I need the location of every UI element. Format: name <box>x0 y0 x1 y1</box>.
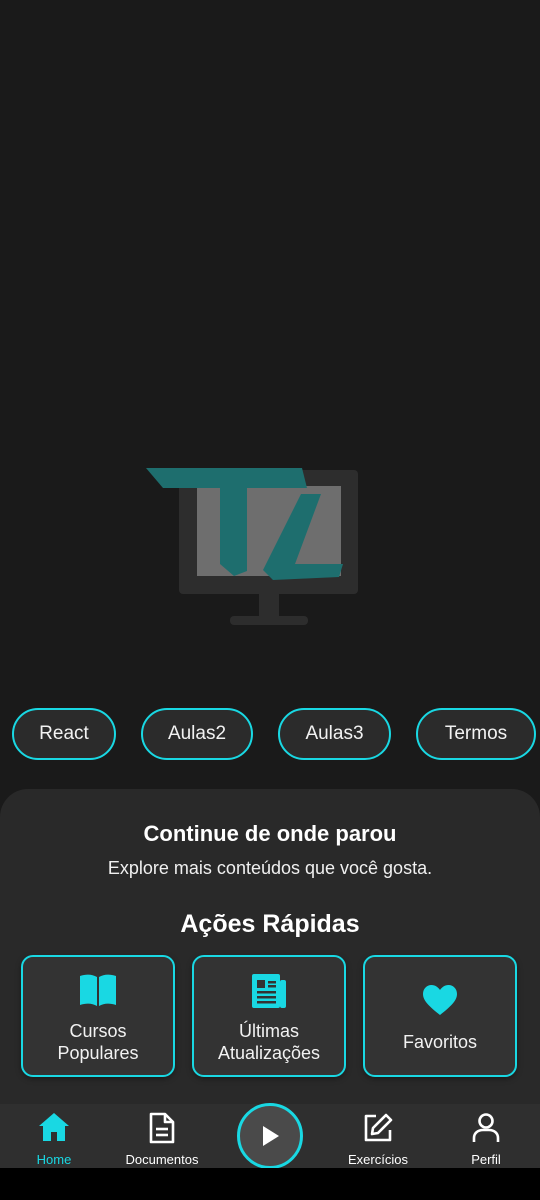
chip-aulas3[interactable]: Aulas3 <box>278 708 391 760</box>
action-label-line2: Populares <box>57 1043 139 1063</box>
newspaper-icon <box>194 972 344 1010</box>
nav-label: Exercícios <box>348 1152 408 1167</box>
play-button[interactable] <box>237 1103 303 1169</box>
nav-label: Perfil <box>471 1152 501 1167</box>
action-favoritos-card[interactable]: Favoritos <box>363 955 517 1077</box>
content-panel: Continue de onde parou Explore mais cont… <box>0 789 540 1104</box>
user-icon <box>432 1112 540 1144</box>
category-chips: React Aulas2 Aulas3 Termos <box>0 708 540 764</box>
book-open-icon <box>23 973 173 1007</box>
home-icon <box>0 1112 108 1142</box>
tl-monitor-logo-icon <box>146 468 358 625</box>
action-label-line2: Atualizações <box>217 1043 321 1063</box>
document-icon <box>108 1112 216 1144</box>
system-bottom-bar <box>0 1168 540 1200</box>
nav-documentos[interactable]: Documentos <box>108 1104 216 1168</box>
nav-label: Home <box>36 1152 72 1167</box>
panel-title: Continue de onde parou <box>143 821 397 846</box>
app-logo <box>145 466 360 628</box>
action-label: Favoritos <box>402 1032 478 1052</box>
nav-home[interactable]: Home <box>0 1104 108 1168</box>
play-icon <box>263 1126 279 1146</box>
action-cursos-populares-card[interactable]: Cursos Populares <box>21 955 175 1077</box>
chip-aulas2[interactable]: Aulas2 <box>141 708 253 760</box>
heart-icon <box>365 984 515 1016</box>
nav-exercicios[interactable]: Exercícios <box>324 1104 432 1168</box>
action-label-line1: Últimas <box>238 1021 299 1041</box>
chip-react[interactable]: React <box>12 708 116 760</box>
panel-subtitle: Explore mais conteúdos que você gosta. <box>107 858 433 878</box>
quick-actions-title: Ações Rápidas <box>180 910 360 938</box>
chip-termos[interactable]: Termos <box>416 708 536 760</box>
action-ultimas-atualizacoes-card[interactable]: Últimas Atualizações <box>192 955 346 1077</box>
action-label-line1: Cursos <box>69 1021 127 1041</box>
nav-label: Documentos <box>125 1152 199 1167</box>
edit-icon <box>324 1112 432 1144</box>
nav-perfil[interactable]: Perfil <box>432 1104 540 1168</box>
